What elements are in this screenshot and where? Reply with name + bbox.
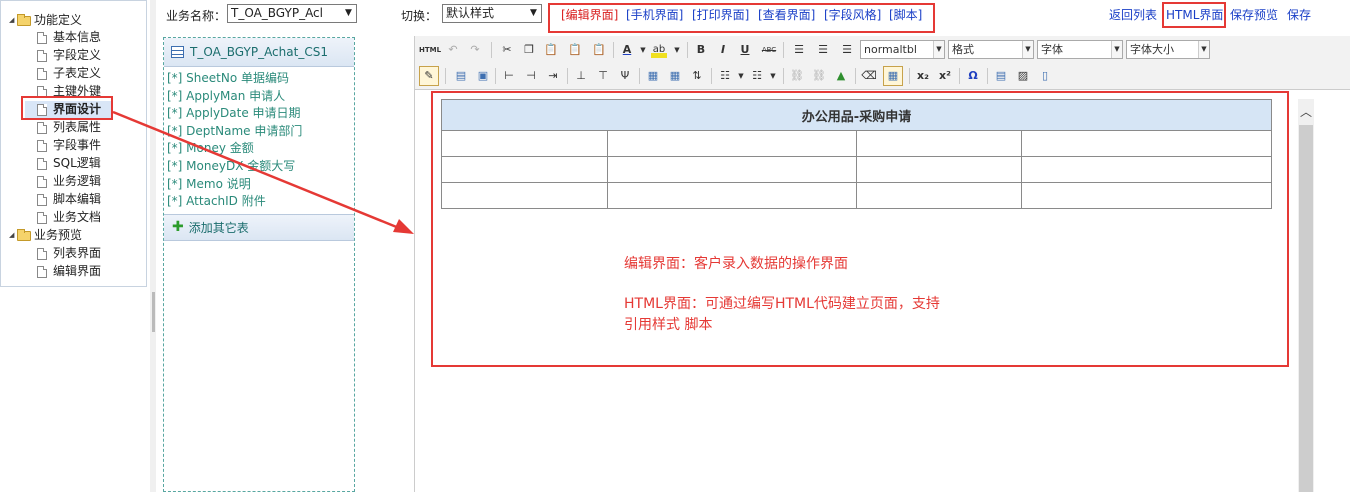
- app-root: ◢ 功能定义 基本信息 字段定义 子表定义 主键外键 界面设计 列表属性 字段事…: [0, 0, 1350, 492]
- annotation-arrow: [112, 110, 414, 234]
- arrow-head: [393, 219, 414, 234]
- arrow-line: [112, 110, 400, 230]
